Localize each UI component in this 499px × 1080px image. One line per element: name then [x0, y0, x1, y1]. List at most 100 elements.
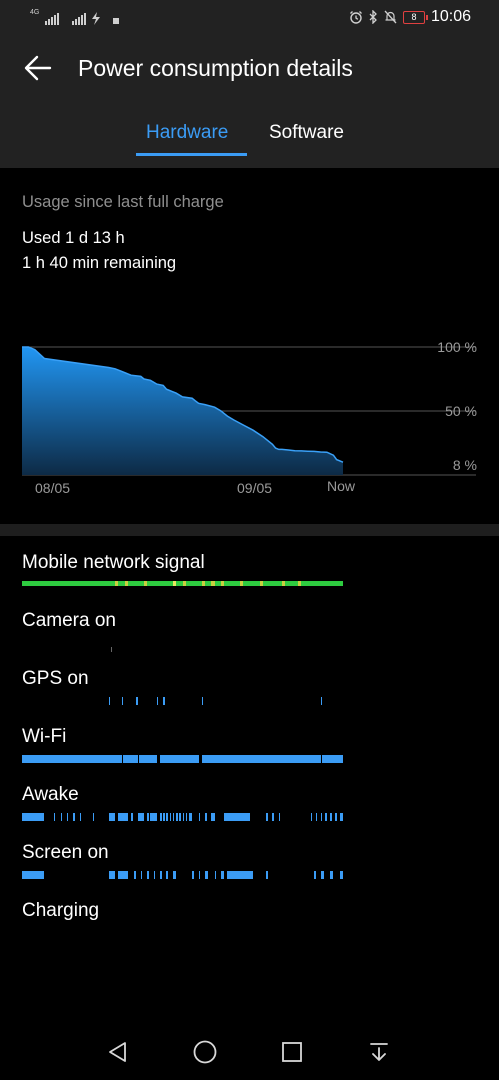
- battery-icon: 8: [402, 10, 428, 24]
- timeline-segment: [123, 755, 138, 763]
- timeline-segment: [169, 813, 172, 821]
- nav-back-button[interactable]: [104, 1038, 132, 1066]
- nav-notification-button[interactable]: [365, 1038, 393, 1066]
- y-tick-50: 50 %: [445, 403, 477, 419]
- cell-signal-icon: [45, 13, 60, 25]
- timeline-segment: [118, 871, 128, 879]
- timeline-segment: [214, 871, 217, 879]
- timeline-segment: [211, 813, 215, 821]
- timeline-segment: [22, 755, 122, 763]
- timeline-segment: [153, 871, 156, 879]
- clock: 10:06: [430, 8, 471, 25]
- usage-row-timeline: [22, 697, 343, 705]
- usage-row-timeline: [22, 871, 343, 879]
- timeline-segment: [339, 871, 343, 879]
- timeline-segment: [110, 647, 113, 652]
- timeline-segment: [22, 813, 45, 821]
- timeline-segment: [140, 871, 143, 879]
- timeline-segment: [204, 871, 209, 879]
- timeline-segment: [166, 871, 169, 879]
- timeline-segment: [330, 813, 332, 821]
- timeline-segment: [60, 813, 62, 821]
- tab-hardware[interactable]: Hardware: [146, 122, 228, 144]
- timeline-segment: [278, 813, 281, 821]
- timeline-segment: [201, 755, 321, 763]
- timeline-segment: [201, 581, 205, 586]
- timeline-segment: [172, 581, 177, 586]
- back-button[interactable]: [20, 50, 56, 86]
- timeline-segment: [204, 813, 207, 821]
- back-arrow-icon: [24, 55, 52, 81]
- usage-row-label: Camera on: [22, 610, 116, 631]
- timeline-segment: [121, 697, 124, 705]
- timeline-segment: [224, 813, 250, 821]
- timeline-segment: [147, 871, 149, 879]
- timeline-segment: [131, 813, 133, 821]
- timeline-segment: [272, 813, 274, 821]
- home-circle-icon: [193, 1040, 217, 1064]
- x-tick-0805: 08/05: [35, 480, 70, 496]
- timeline-segment: [139, 755, 157, 763]
- timeline-segment: [124, 581, 128, 586]
- timeline-segment: [166, 813, 169, 821]
- nav-home-button[interactable]: [191, 1038, 219, 1066]
- tab-software[interactable]: Software: [269, 122, 344, 144]
- timeline-segment: [182, 813, 185, 821]
- cell-signal-2-icon: [72, 13, 87, 25]
- page-title: Power consumption details: [78, 55, 353, 81]
- usage-row-timeline: [22, 755, 343, 763]
- timeline-segment: [92, 813, 95, 821]
- timeline-segment: [240, 581, 244, 586]
- timeline-segment: [227, 871, 254, 879]
- usage-row-label: Screen on: [22, 842, 109, 863]
- timeline-segment: [259, 581, 263, 586]
- timeline-segment: [198, 813, 201, 821]
- timeline-segment: [182, 581, 186, 586]
- timeline-segment: [163, 697, 165, 705]
- network-type: 4G: [30, 9, 40, 16]
- timeline-segment: [325, 813, 327, 821]
- timeline-segment: [179, 813, 181, 821]
- timeline-segment: [108, 697, 111, 705]
- usage-row-timeline: [22, 581, 343, 589]
- timeline-segment: [156, 697, 159, 705]
- timeline-segment: [265, 813, 268, 821]
- timeline-segment: [147, 813, 149, 821]
- timeline-segment: [118, 813, 128, 821]
- timeline-segment: [198, 871, 201, 879]
- back-triangle-icon: [109, 1042, 126, 1062]
- usage-row-timeline: [22, 929, 343, 937]
- timeline-segment: [320, 813, 323, 821]
- timeline-segment: [172, 813, 175, 821]
- timeline-segment: [192, 871, 194, 879]
- usage-row-label: Awake: [22, 784, 79, 805]
- timeline-segment: [185, 813, 188, 821]
- timeline-segment: [176, 813, 178, 821]
- timeline-segment: [314, 871, 316, 879]
- timeline-segment: [221, 871, 225, 879]
- recents-square-icon: [282, 1042, 302, 1062]
- usage-row-label: Charging: [22, 900, 100, 921]
- timeline-segment: [108, 813, 116, 821]
- notification-pull-icon: [370, 1043, 388, 1061]
- timeline-segment: [310, 813, 313, 821]
- timeline-segment: [143, 581, 148, 586]
- usage-caption: Usage since last full charge: [22, 193, 224, 211]
- y-tick-100: 100 %: [437, 339, 477, 355]
- timeline-segment: [334, 813, 337, 821]
- charging-bolt-icon: [92, 12, 101, 25]
- timeline-segment: [160, 813, 162, 821]
- nav-recents-button[interactable]: [278, 1038, 306, 1066]
- timeline-segment: [108, 871, 116, 879]
- timeline-segment: [79, 813, 82, 821]
- timeline-segment: [298, 581, 302, 586]
- alarm-icon: [349, 11, 362, 24]
- timeline-segment: [188, 813, 193, 821]
- timeline-segment: [201, 697, 204, 705]
- timeline-segment: [135, 697, 138, 705]
- nav-bar: [0, 1020, 499, 1080]
- usage-row-timeline: [22, 813, 343, 821]
- timeline-segment: [320, 871, 324, 879]
- battery-level: 8: [411, 11, 417, 22]
- notification-square-icon: [113, 18, 120, 24]
